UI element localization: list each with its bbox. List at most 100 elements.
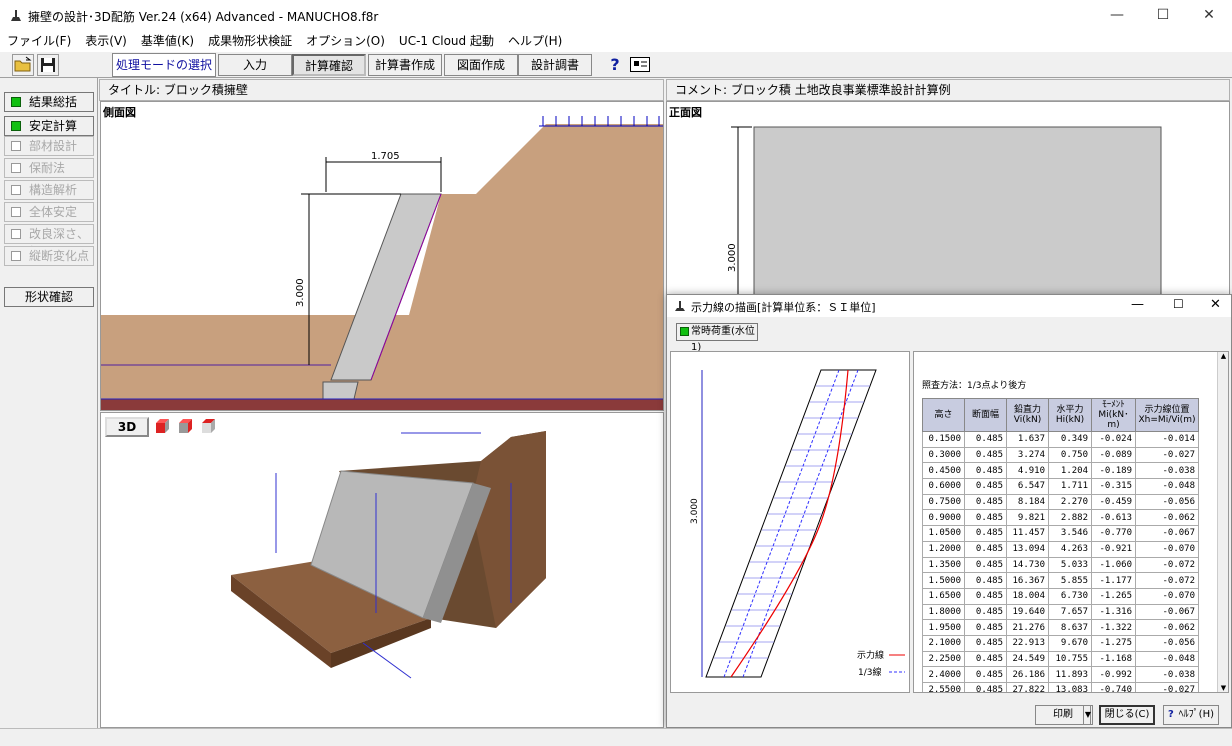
menu-verify[interactable]: 成果物形状検証 [201, 31, 299, 51]
table-row: 0.6000 0.485 6.547 1.711 -0.315 -0.048 [922, 478, 1199, 495]
sidebar-item-capacity: 保耐法 [4, 158, 94, 178]
menu-view[interactable]: 表示(V) [78, 31, 134, 51]
load-case-tab[interactable]: 常時荷重(水位1) [676, 323, 758, 353]
print-dropdown-arrow-icon[interactable]: ▼ [1083, 705, 1093, 725]
column-header: 水平力 Hi(kN) [1048, 398, 1092, 432]
table-cell: 1.8000 [922, 603, 965, 621]
table-cell: 6.730 [1048, 587, 1092, 605]
question-icon: ? [1168, 709, 1174, 720]
table-cell: -0.072 [1135, 572, 1199, 589]
table-cell: -0.459 [1091, 493, 1136, 511]
info-card-icon[interactable] [630, 57, 650, 72]
sidebar-item-stability[interactable]: 安定計算 [4, 116, 94, 136]
table-cell: 5.033 [1048, 556, 1092, 574]
results-panel: 照査方法：1/3点より後方 高さ 断面幅 鉛直力 Vi(kN) 水平力 Hi(k… [913, 351, 1229, 693]
dialog-maximize-button[interactable]: ☐ [1173, 297, 1184, 311]
force-line-plot: 3.000 示力線 1/3線 [670, 351, 910, 693]
table-cell: 0.485 [964, 634, 1007, 652]
table-cell: 0.349 [1048, 431, 1092, 448]
column-header: 示力線位置 Xh=Mi/Vi(m) [1135, 398, 1199, 432]
close-dialog-button[interactable]: 閉じる(C) [1099, 705, 1155, 725]
table-cell: -0.027 [1135, 446, 1199, 464]
table-cell: -0.740 [1091, 682, 1136, 692]
table-cell: 0.3000 [922, 446, 965, 464]
status-indicator [11, 121, 21, 131]
status-indicator [11, 97, 21, 107]
sidebar: 結果総括 安定計算 部材設計 保耐法 構造解析 全体安定 改良深さ、幅 縦断変化… [0, 78, 98, 728]
load-case-label: 常時荷重(水位1) [691, 326, 755, 353]
close-button[interactable]: ✕ [1186, 0, 1232, 31]
table-cell: 2.1000 [922, 634, 965, 652]
dialog-app-icon [675, 301, 685, 311]
column-header: 断面幅 [964, 398, 1007, 432]
sidebar-item-result-summary[interactable]: 結果総括 [4, 92, 94, 112]
dialog-minimize-button[interactable]: — [1131, 297, 1144, 312]
minimize-button[interactable]: — [1094, 0, 1140, 31]
table-cell: 0.485 [964, 650, 1007, 668]
sidebar-item-profile: 縦断変化点 [4, 246, 94, 266]
status-bar [0, 728, 1232, 746]
status-indicator [680, 327, 689, 336]
table-cell: 0.750 [1048, 446, 1092, 464]
help-dialog-button[interactable]: ? ﾍﾙﾌﾟ(H) [1163, 705, 1219, 725]
table-cell: 0.485 [964, 619, 1007, 636]
table-cell: 2.4000 [922, 666, 965, 683]
table-cell: 9.821 [1006, 509, 1049, 527]
table-cell: -1.316 [1091, 603, 1136, 621]
scroll-down-icon[interactable]: ▼ [1218, 684, 1228, 692]
design-report-tab[interactable]: 設計調書 [518, 54, 592, 76]
table-row: 2.2500 0.485 24.549 10.755 -1.168 -0.048 [922, 650, 1199, 668]
sidebar-item-label: 構造解析 [29, 183, 78, 197]
status-indicator [11, 229, 21, 239]
table-cell: -0.048 [1135, 650, 1199, 668]
legend-force-line: 示力線 [857, 649, 884, 661]
maximize-button[interactable]: ☐ [1140, 0, 1186, 31]
check-method-text: 照査方法：1/3点より後方 [922, 381, 1027, 391]
menu-help[interactable]: ヘルプ(H) [501, 31, 569, 51]
table-cell: -0.062 [1135, 509, 1199, 527]
table-row: 0.4500 0.485 4.910 1.204 -0.189 -0.038 [922, 462, 1199, 480]
menu-option[interactable]: オプション(O) [299, 31, 392, 51]
report-create-tab[interactable]: 計算書作成 [368, 54, 442, 76]
open-folder-icon[interactable] [12, 54, 34, 76]
shape-check-button[interactable]: 形状確認 [4, 287, 94, 307]
menu-standard[interactable]: 基準値(K) [134, 31, 201, 51]
table-cell: -1.275 [1091, 634, 1136, 652]
menu-file[interactable]: ファイル(F) [0, 31, 78, 51]
table-cell: 2.5500 [922, 682, 965, 692]
input-tab[interactable]: 入力 [218, 54, 292, 76]
drawing-create-tab[interactable]: 図面作成 [444, 54, 518, 76]
menu-cloud[interactable]: UC-1 Cloud 起動 [392, 31, 501, 51]
save-icon[interactable] [37, 54, 59, 76]
table-cell: 0.1500 [922, 431, 965, 448]
side-view-drawing: 1.705 3.000 [101, 116, 663, 410]
table-cell: -1.322 [1091, 619, 1136, 636]
results-scrollbar[interactable]: ▲ ▼ [1217, 352, 1228, 692]
table-cell: 10.755 [1048, 650, 1092, 668]
title-header: タイトル: ブロック積擁壁 [99, 79, 664, 101]
table-cell: 21.276 [1006, 619, 1049, 636]
dialog-close-button[interactable]: ✕ [1210, 297, 1221, 312]
force-line-dialog: 示力線の描画[計算単位系：ＳＩ単位] — ☐ ✕ 常時荷重(水位1) 3.000… [666, 294, 1232, 728]
table-cell: 0.485 [964, 682, 1007, 692]
table-cell: 0.485 [964, 556, 1007, 574]
table-cell: 0.7500 [922, 493, 965, 511]
front-height-dimension-label: 3.000 [727, 243, 738, 272]
calc-check-tab[interactable]: 計算確認 [292, 54, 366, 76]
help-icon[interactable]: ? [604, 55, 626, 75]
table-cell: -0.062 [1135, 619, 1199, 636]
table-cell: 19.640 [1006, 603, 1049, 621]
table-cell: 0.485 [964, 446, 1007, 464]
table-cell: 6.547 [1006, 478, 1049, 495]
table-cell: -0.770 [1091, 525, 1136, 542]
table-cell: 0.485 [964, 603, 1007, 621]
table-cell: 22.913 [1006, 634, 1049, 652]
table-cell: -1.168 [1091, 650, 1136, 668]
table-cell: -0.067 [1135, 525, 1199, 542]
scroll-up-icon[interactable]: ▲ [1218, 352, 1228, 360]
table-cell: 1.2000 [922, 540, 965, 558]
table-cell: 1.637 [1006, 431, 1049, 448]
table-cell: -0.048 [1135, 478, 1199, 495]
table-cell: 0.485 [964, 587, 1007, 605]
sidebar-item-improvement: 改良深さ、幅 [4, 224, 94, 259]
